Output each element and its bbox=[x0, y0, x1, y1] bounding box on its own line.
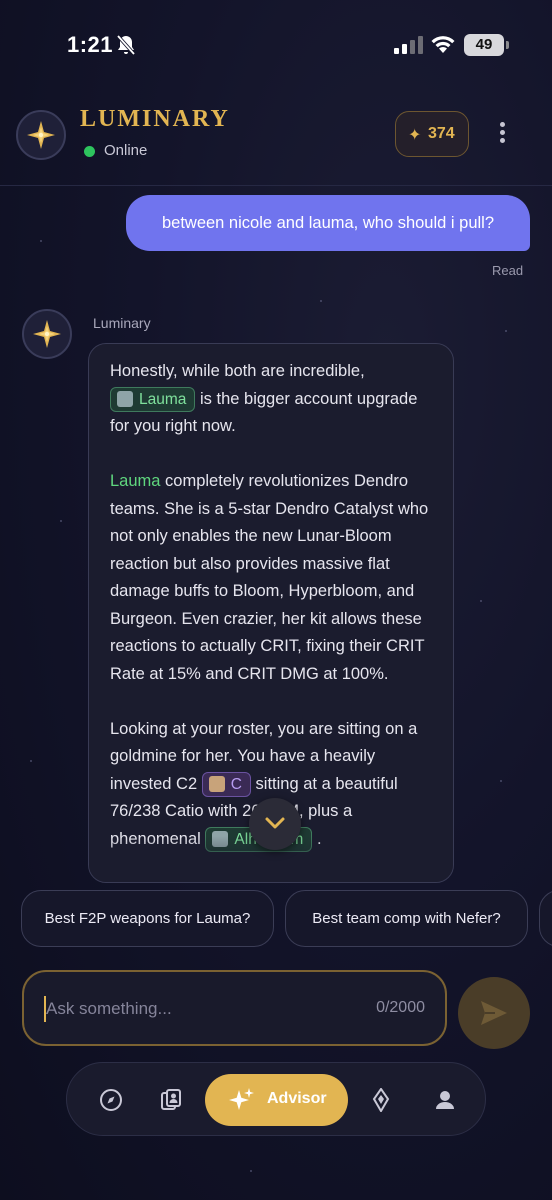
bot-name: Luminary bbox=[93, 315, 151, 331]
nav-advisor-tab[interactable]: Advisor bbox=[205, 1074, 348, 1126]
compass-star-icon bbox=[33, 320, 61, 348]
sparkle-icon: ✦ bbox=[408, 127, 422, 144]
wifi-icon bbox=[431, 36, 455, 53]
suggestion-chip[interactable] bbox=[539, 890, 552, 947]
user-message-bubble: between nicole and lauma, who should i p… bbox=[126, 195, 530, 251]
battery-nub bbox=[506, 41, 509, 49]
chat-header: LUMINARY Online ✦ 374 bbox=[0, 90, 552, 186]
paragraph-1: Honestly, while both are incredible, Lau… bbox=[110, 362, 418, 435]
character-chip-lauma[interactable]: Lauma bbox=[110, 386, 196, 412]
character-chip-c[interactable]: C bbox=[201, 771, 251, 797]
read-receipt: Read bbox=[492, 263, 524, 278]
clock: 1:21 bbox=[67, 32, 114, 57]
paragraph-2: Lauma completely revolutionizes Dendro t… bbox=[110, 472, 429, 683]
app-title: LUMINARY bbox=[80, 106, 230, 132]
character-counter: 0/2000 bbox=[376, 999, 425, 1016]
sparkles-icon bbox=[229, 1088, 254, 1110]
chevron-down-icon bbox=[265, 817, 285, 829]
nav-compass[interactable] bbox=[87, 1076, 135, 1124]
scroll-to-bottom-button[interactable] bbox=[249, 798, 301, 850]
credits-count: 374 bbox=[428, 125, 455, 142]
suggestion-chip[interactable]: Best team comp with Nefer? bbox=[285, 890, 528, 947]
compass-star-icon bbox=[27, 121, 55, 149]
send-icon bbox=[481, 1001, 507, 1025]
nav-cards[interactable] bbox=[147, 1076, 195, 1124]
battery-level: 49 bbox=[475, 36, 493, 53]
element-crystal-icon bbox=[372, 1088, 390, 1112]
status-bar: 1:21 49 bbox=[0, 0, 552, 90]
bot-avatar bbox=[22, 309, 72, 359]
battery-indicator: 49 bbox=[464, 34, 504, 56]
character-portrait-icon bbox=[117, 390, 133, 407]
bottom-navigation: Advisor bbox=[66, 1062, 486, 1136]
character-portrait-icon bbox=[208, 775, 225, 792]
luminary-avatar[interactable] bbox=[16, 110, 66, 160]
character-card-icon bbox=[161, 1089, 181, 1110]
online-status-label: Online bbox=[104, 142, 148, 159]
bell-off-icon bbox=[116, 34, 136, 56]
online-status-dot bbox=[84, 146, 95, 157]
compass-icon bbox=[100, 1089, 122, 1111]
profile-icon bbox=[436, 1091, 454, 1109]
nav-advisor-label: Advisor bbox=[267, 1090, 327, 1107]
send-button[interactable] bbox=[458, 977, 530, 1049]
cellular-signal-icon bbox=[394, 36, 423, 54]
credits-badge[interactable]: ✦ 374 bbox=[395, 111, 469, 157]
nav-profile[interactable] bbox=[421, 1076, 469, 1124]
character-mention-lauma[interactable]: Lauma bbox=[110, 472, 160, 490]
suggestion-chip[interactable]: Best F2P weapons for Lauma? bbox=[21, 890, 274, 947]
message-input[interactable] bbox=[46, 990, 346, 1028]
more-options-icon[interactable] bbox=[490, 120, 514, 150]
message-composer[interactable]: 0/2000 bbox=[22, 970, 447, 1046]
nav-element[interactable] bbox=[357, 1076, 405, 1124]
